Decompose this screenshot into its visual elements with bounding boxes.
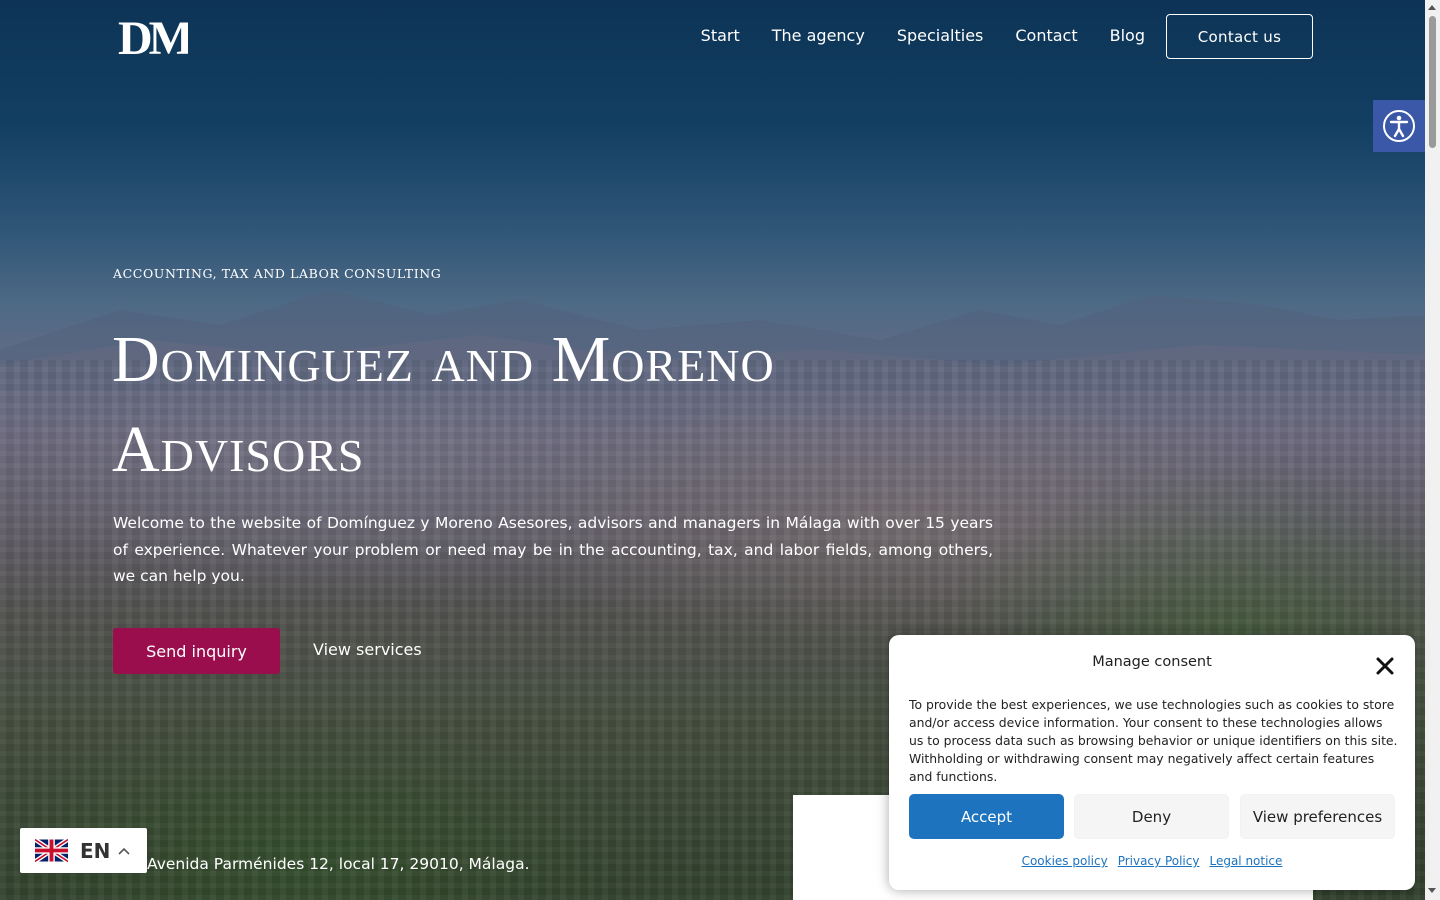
cookies-policy-link[interactable]: Cookies policy xyxy=(1022,854,1108,868)
scrollbar-thumb[interactable] xyxy=(1429,16,1436,148)
deny-button[interactable]: Deny xyxy=(1074,794,1229,839)
view-preferences-button[interactable]: View preferences xyxy=(1240,794,1395,839)
hero-intro: Welcome to the website of Domínguez y Mo… xyxy=(113,514,993,585)
svg-text:DM: DM xyxy=(118,14,188,58)
nav-blog[interactable]: Blog xyxy=(1110,24,1145,48)
hero-eyebrow: Accounting, tax and labor consulting xyxy=(113,266,442,281)
accept-button[interactable]: Accept xyxy=(909,794,1064,839)
close-icon[interactable] xyxy=(1373,654,1397,678)
dm-logo[interactable]: DM xyxy=(118,14,188,58)
consent-dialog: Manage consent To provide the best exper… xyxy=(889,635,1415,890)
scroll-up-arrow-icon[interactable] xyxy=(1428,5,1436,10)
accessibility-button[interactable] xyxy=(1373,100,1425,152)
privacy-policy-link[interactable]: Privacy Policy xyxy=(1118,854,1200,868)
nav-contact[interactable]: Contact xyxy=(1015,24,1077,48)
language-code: EN xyxy=(80,838,111,863)
consent-links: Cookies policy Privacy Policy Legal noti… xyxy=(889,854,1415,868)
language-switcher[interactable]: EN xyxy=(20,828,147,873)
page-scrollbar[interactable] xyxy=(1425,0,1440,900)
view-services-link[interactable]: View services xyxy=(313,640,422,659)
send-inquiry-button[interactable]: Send inquiry xyxy=(113,628,280,674)
consent-description: To provide the best experiences, we use … xyxy=(909,697,1398,784)
address-text: Avenida Parménides 12, local 17, 29010, … xyxy=(147,855,530,873)
consent-title: Manage consent xyxy=(1092,654,1212,670)
legal-notice-link[interactable]: Legal notice xyxy=(1209,854,1282,868)
nav-start[interactable]: Start xyxy=(701,24,740,48)
contact-us-button[interactable]: Contact us xyxy=(1166,14,1313,59)
nav-specialties[interactable]: Specialties xyxy=(897,24,984,48)
nav-the-agency[interactable]: The agency xyxy=(772,24,865,48)
accessibility-icon xyxy=(1383,110,1415,142)
main-navigation: Start The agency Specialties Contact Blo… xyxy=(701,24,1145,48)
uk-flag-icon xyxy=(35,838,68,863)
chevron-up-icon xyxy=(118,847,130,855)
hero-headline: Dominguez and Moreno Advisors xyxy=(112,323,775,486)
scroll-down-arrow-icon[interactable] xyxy=(1428,888,1436,893)
